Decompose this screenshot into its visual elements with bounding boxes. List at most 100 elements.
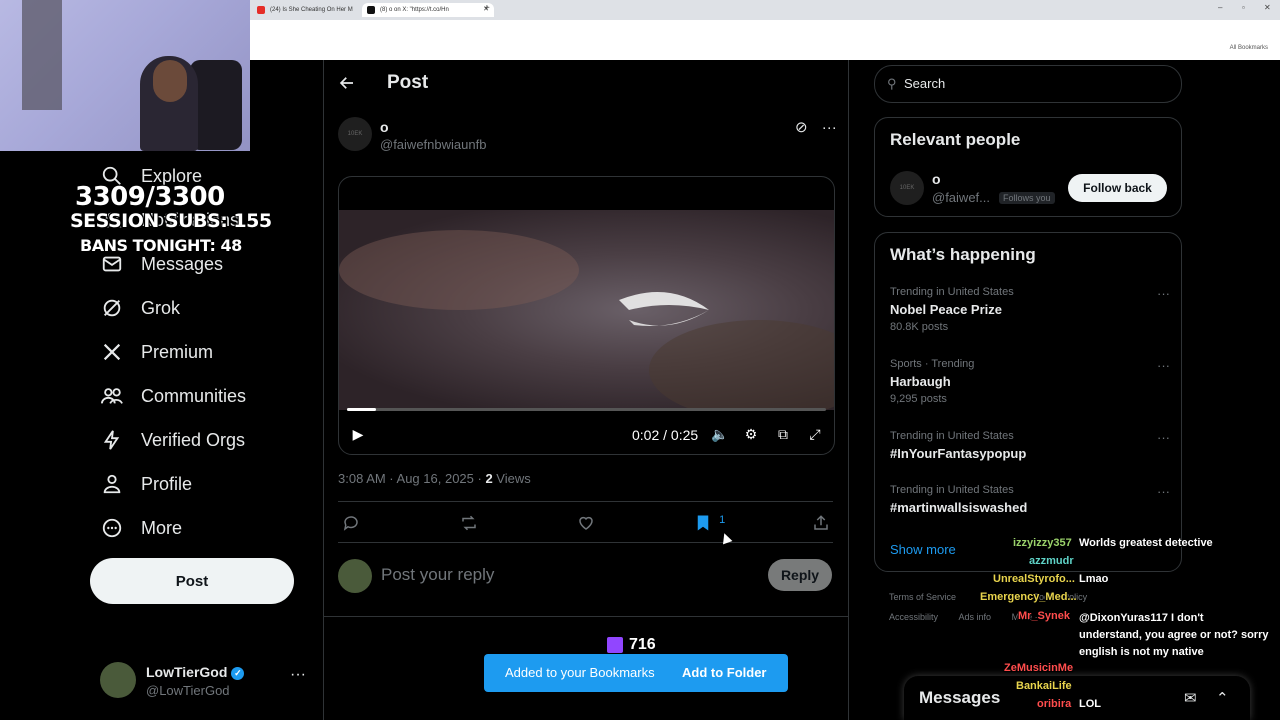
x-logo-icon	[367, 6, 375, 14]
play-icon[interactable]: ▶	[349, 426, 367, 443]
viewer-count-value: 716	[629, 636, 656, 653]
session-subs-counter: SESSION SUBS: 155	[70, 210, 272, 232]
nav-label: Profile	[141, 473, 193, 494]
card-title: What’s happening	[890, 245, 1036, 264]
avatar	[338, 559, 372, 593]
page-title: Post	[387, 72, 429, 93]
avatar	[100, 662, 136, 698]
video-player[interactable]: ▶ 0:02 / 0:25 🔈 ⚙ ⧉ ⤢	[338, 176, 835, 455]
video-scrubber[interactable]	[347, 408, 826, 411]
chat-username: BankaiLife	[1016, 680, 1072, 692]
video-content-image	[339, 230, 834, 420]
nav-more[interactable]: More	[100, 508, 182, 548]
chat-username: azzmudr	[1029, 555, 1074, 567]
more-circle-icon	[100, 516, 124, 540]
chevron-up-icon[interactable]: ⌃	[1216, 689, 1229, 707]
close-window-icon[interactable]: ✕	[1264, 3, 1271, 12]
chat-message: Lmao	[1079, 573, 1109, 585]
browser-tab[interactable]: (24) Is She Cheating On Her M ✕	[252, 3, 378, 17]
person-name[interactable]: o	[932, 171, 941, 187]
card-title: Relevant people	[890, 130, 1021, 149]
whats-happening-card: What’s happening Trending in United Stat…	[874, 232, 1182, 572]
more-dots-icon[interactable]: ···	[1157, 484, 1170, 499]
terms-link[interactable]: Terms of Service	[889, 592, 956, 602]
nav-communities[interactable]: Communities	[100, 376, 246, 416]
lightning-icon	[100, 428, 124, 452]
trend-item[interactable]: Trending in United States #InYourFantasy…	[890, 430, 1170, 461]
reply-icon[interactable]	[342, 514, 360, 536]
cat-tower-image	[22, 0, 62, 110]
viewer-count: 716	[607, 636, 656, 654]
avatar[interactable]: 10EK	[890, 171, 924, 205]
messages-drawer[interactable]: Messages ✉ ⌃	[904, 676, 1250, 720]
trend-item[interactable]: Trending in United States #martinwallsis…	[890, 484, 1170, 515]
search-input[interactable]: ⚲ Search	[874, 65, 1182, 103]
bookmark-button[interactable]: 1	[695, 514, 725, 536]
nav-verified-orgs[interactable]: Verified Orgs	[100, 420, 245, 460]
bookmark-filled-icon	[697, 515, 709, 531]
webcam-overlay	[0, 0, 250, 151]
browser-tab-active[interactable]: (8) o on X: "https://t.co/Hn ✕	[362, 3, 494, 17]
trend-item[interactable]: Sports · Trending Harbaugh 9,295 posts ·…	[890, 358, 1170, 405]
repost-icon[interactable]	[459, 514, 479, 536]
compose-post-button[interactable]: Post	[90, 558, 294, 604]
more-dots-icon[interactable]: ···	[290, 666, 306, 684]
picture-in-picture-icon[interactable]: ⧉	[774, 426, 792, 443]
nav-premium[interactable]: Premium	[100, 332, 213, 372]
more-dots-icon[interactable]: ···	[1157, 430, 1170, 445]
like-heart-icon[interactable]	[577, 514, 595, 536]
minimize-icon[interactable]: –	[1218, 3, 1222, 12]
new-tab-icon[interactable]: +	[484, 3, 490, 14]
messages-drawer-title: Messages	[919, 688, 1001, 707]
trend-title: #InYourFantasypopup	[890, 446, 1027, 461]
maximize-icon[interactable]: ▫	[1242, 3, 1245, 12]
author-handle[interactable]: @faiwefnbwiaunfb	[380, 137, 486, 152]
share-icon[interactable]	[812, 514, 830, 536]
author-name[interactable]: o	[380, 119, 389, 135]
nav-profile[interactable]: Profile	[100, 464, 192, 504]
chat-message: @DixonYuras117 I don't understand, you a…	[1079, 612, 1269, 658]
video-time: 0:02 / 0:25	[632, 427, 699, 443]
volume-icon[interactable]: 🔈	[711, 426, 729, 443]
author-avatar[interactable]: 10EK	[338, 117, 372, 151]
settings-gear-icon[interactable]: ⚙	[742, 426, 760, 443]
ads-info-link[interactable]: Ads info	[959, 612, 992, 622]
chat-username: ZeMusicinMe	[1004, 662, 1074, 674]
views-count: 2	[485, 471, 493, 486]
views-label: Views	[492, 471, 531, 486]
all-bookmarks-link[interactable]: All Bookmarks	[1230, 45, 1268, 51]
account-name-text: LowTierGod	[146, 664, 228, 680]
show-more-link[interactable]: Show more	[890, 542, 956, 557]
add-to-folder-button[interactable]: Add to Folder	[682, 665, 767, 680]
trend-context: Trending in United States	[890, 430, 1014, 442]
chat-username: izzyizzy357	[1013, 537, 1072, 549]
nav-label: Verified Orgs	[141, 429, 246, 450]
accessibility-link[interactable]: Accessibility	[889, 612, 938, 622]
chat-username: oribira	[1037, 698, 1072, 710]
reply-button[interactable]: Reply	[768, 559, 832, 591]
trend-item[interactable]: Trending in United States Nobel Peace Pr…	[890, 286, 1170, 333]
youtube-icon	[257, 6, 265, 14]
fullscreen-icon[interactable]: ⤢	[806, 426, 824, 443]
column-divider	[848, 60, 849, 720]
nav-grok[interactable]: Grok	[100, 288, 180, 328]
more-dots-icon[interactable]: ···	[1157, 286, 1170, 301]
more-dots-icon[interactable]: ···	[822, 119, 837, 136]
reply-input[interactable]: Post your reply	[381, 565, 494, 585]
follow-back-button[interactable]: Follow back	[1068, 174, 1167, 202]
nav-label: Grok	[141, 297, 181, 318]
chat-username: UnrealStyrofo...	[993, 573, 1075, 585]
chat-message: Worlds greatest detective	[1079, 537, 1213, 549]
person-handle: @faiwef...	[932, 190, 990, 205]
new-message-icon[interactable]: ✉	[1184, 689, 1197, 707]
back-arrow-icon[interactable]	[338, 74, 356, 92]
post-timestamp[interactable]: 3:08 AM · Aug 16, 2025 ·	[338, 471, 485, 486]
account-switcher[interactable]: LowTierGod ✓ @LowTierGod ···	[100, 660, 310, 704]
more-dots-icon[interactable]: ···	[1157, 358, 1170, 373]
trend-title: Harbaugh	[890, 374, 951, 389]
grok-icon[interactable]: ⊘	[795, 119, 808, 136]
trend-context: Trending in United States	[890, 286, 1014, 298]
nav-label: Premium	[141, 341, 214, 362]
video-frame[interactable]	[339, 210, 834, 420]
trend-context: Sports · Trending	[890, 358, 975, 370]
